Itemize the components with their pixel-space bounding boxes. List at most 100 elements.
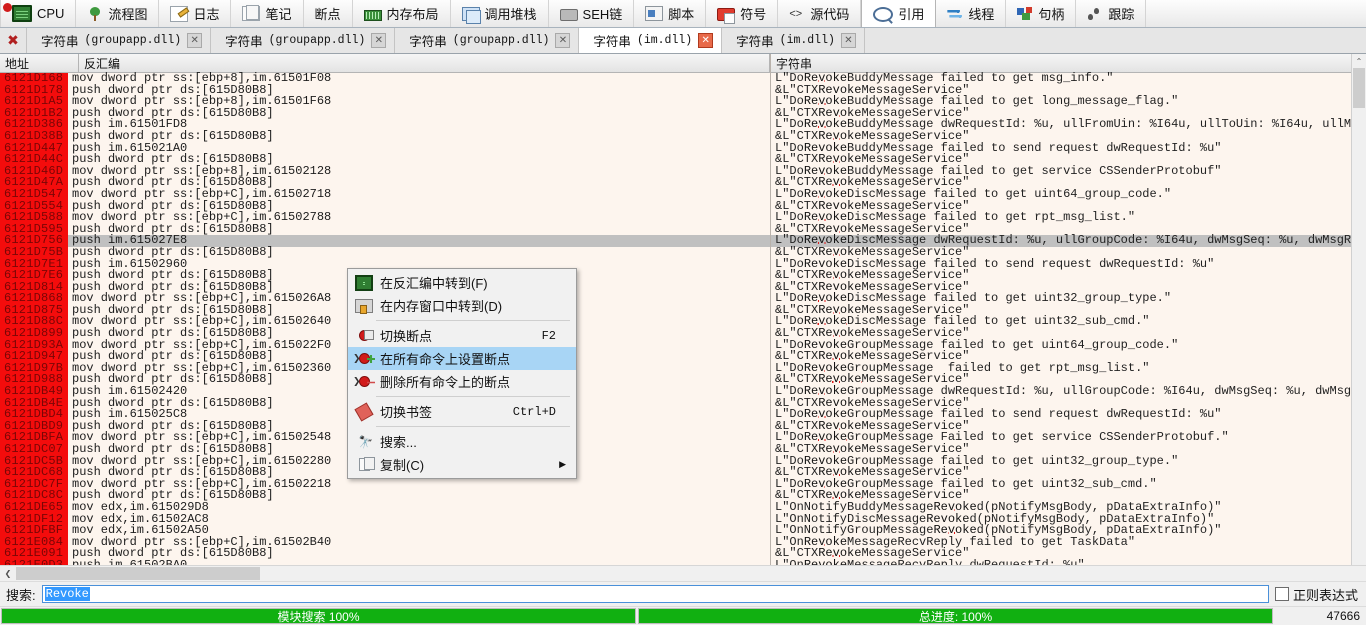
regex-option[interactable]: 正则表达式 (1274, 585, 1362, 604)
column-header-address[interactable]: 地址 (0, 54, 79, 72)
search-input[interactable]: Revoke (41, 585, 1269, 603)
document-tab-close-button[interactable]: ✕ (840, 33, 856, 48)
document-tab-close-button[interactable]: ✕ (371, 33, 387, 48)
memory-icon (363, 9, 382, 21)
document-tab-module: (groupapp.dll) (452, 34, 550, 47)
context-menu[interactable]: 在反汇编中转到(F) 在内存窗口中转到(D) 切换断点 F2 ❯ 在所有命令上设置断点 ❯ 删… (347, 268, 577, 479)
toolbar-tab-10[interactable]: <> 源代码 (778, 0, 862, 27)
horizontal-scroll-track[interactable] (16, 566, 1366, 581)
document-tab-0[interactable]: 字符串 (groupapp.dll) ✕ (27, 28, 212, 53)
table-row[interactable]: 6121E0D3 push im.61502BA0 (0, 559, 770, 565)
log-icon (170, 5, 189, 22)
toolbar-tab-7[interactable]: SEH链 (549, 0, 635, 27)
menu-item[interactable]: 🔭 搜索... (348, 430, 576, 453)
toolbar-tab-label: 源代码 (810, 7, 850, 22)
copy-icon (352, 457, 376, 471)
memory-dump-icon (352, 298, 376, 314)
vertical-scrollbar[interactable]: ⌃ (1351, 54, 1366, 565)
toolbar-tab-11[interactable]: 引用 (861, 0, 937, 27)
strings-row-list[interactable]: L"DoRevokeBuddyMessage failed to get msg… (771, 72, 1366, 565)
document-tab-2[interactable]: 字符串 (groupapp.dll) ✕ (395, 28, 580, 53)
binoculars-icon: 🔭 (356, 434, 372, 449)
document-tab-module: (im.dll) (636, 34, 693, 47)
debugger-window: CPU 流程图 日志 笔记 断点 内存布局 调用堆栈 SEH链 脚本 符号 <> 源代码 引用 线程 句柄 跟… (0, 0, 1366, 625)
document-tab-close-button[interactable]: ✕ (187, 33, 203, 48)
menu-separator (376, 396, 570, 397)
horizontal-scrollbar[interactable]: ❮ (0, 565, 1366, 581)
document-tab-4[interactable]: 字符串 (im.dll) ✕ (722, 28, 865, 53)
toolbar-tab-0[interactable]: CPU (0, 0, 77, 27)
search-input-value: Revoke (44, 587, 90, 601)
toolbar-tab-5[interactable]: 内存布局 (353, 0, 451, 27)
toolbar-tab-14[interactable]: 跟踪 (1076, 0, 1147, 27)
tree-icon (87, 6, 103, 21)
trace-icon (1087, 7, 1103, 21)
toolbar-tab-4[interactable]: 断点 (3, 0, 353, 27)
cpu-icon (352, 274, 376, 291)
toolbar-tab-label: 内存布局 (386, 7, 439, 22)
toolbar-tab-label: 日志 (193, 7, 220, 22)
menu-separator (376, 426, 570, 427)
thread-icon (947, 7, 963, 21)
toolbar-tab-8[interactable]: 脚本 (634, 0, 707, 27)
toolbar-tab-label: 流程图 (108, 7, 148, 22)
toolbar-tab-label: 符号 (740, 7, 767, 22)
menu-item[interactable]: ❯ 在所有命令上设置断点 (348, 347, 576, 370)
magnifier-icon (873, 6, 894, 22)
menu-item[interactable]: 切换断点 F2 (348, 324, 576, 347)
document-tab-module: (groupapp.dll) (268, 34, 366, 47)
document-tab-3[interactable]: 字符串 (im.dll) ✕ (579, 28, 723, 53)
menu-item-label: 切换书签 (380, 405, 433, 420)
search-bar: 搜索: Revoke 正则表达式 (0, 581, 1366, 606)
menu-item-label: 复制(C) (380, 458, 425, 473)
breakpoint-toggle-icon (352, 330, 376, 340)
toolbar-tab-label: 断点 (314, 7, 341, 22)
scroll-up-button[interactable]: ⌃ (1352, 54, 1366, 68)
document-tab-label: 字符串 (409, 35, 447, 49)
row-address: 6121E0D3 (0, 559, 68, 565)
document-tab-1[interactable]: 字符串 (groupapp.dll) ✕ (211, 28, 396, 53)
toolbar-tab-12[interactable]: 线程 (936, 0, 1007, 27)
status-bar: 模块搜索 100% 总进度: 100% 47666 (0, 606, 1366, 625)
list-item[interactable]: L"OnRevokeMessageRecvReply dwRequestId: … (771, 559, 1366, 565)
document-tab-label: 字符串 (41, 35, 79, 49)
toolbar-tab-label: 句柄 (1038, 7, 1065, 22)
scroll-left-button[interactable]: ❮ (0, 566, 16, 581)
document-tab-label: 字符串 (736, 35, 774, 49)
column-header-disassembly[interactable]: 反汇编 (79, 54, 770, 72)
result-counter: 47666 (1326, 609, 1360, 623)
menu-item[interactable]: 在内存窗口中转到(D) (348, 294, 576, 317)
references-panes: 地址 反汇编 6121D168 mov dword ptr ss:[ebp+8],… (0, 54, 1366, 565)
handle-icon (1017, 6, 1033, 21)
cpu-icon (12, 5, 32, 22)
module-progress-label: 模块搜索 100% (277, 609, 360, 624)
main-toolbar: CPU 流程图 日志 笔记 断点 内存布局 调用堆栈 SEH链 脚本 符号 <> 源代码 引用 线程 句柄 跟… (0, 0, 1366, 28)
toolbar-tab-2[interactable]: 日志 (159, 0, 232, 27)
menu-item[interactable]: 切换书签 Ctrl+D (348, 400, 576, 423)
menu-item[interactable]: ❯ 删除所有命令上的断点 (348, 370, 576, 393)
toolbar-tab-1[interactable]: 流程图 (76, 0, 160, 27)
document-tab-close-button[interactable]: ✕ (555, 33, 571, 48)
menu-item[interactable]: 复制(C) ▶ (348, 453, 576, 476)
breakpoint-remove-icon: ❯ (352, 376, 376, 386)
close-all-tabs-button[interactable]: ✖ (0, 28, 27, 53)
menu-item-label: 搜索... (380, 435, 417, 450)
toolbar-tab-3[interactable]: 笔记 (231, 0, 304, 27)
toolbar-tab-label: 跟踪 (1108, 7, 1135, 22)
column-header-string[interactable]: 字符串 (771, 54, 1352, 72)
toolbar-tab-9[interactable]: 符号 (706, 0, 779, 27)
toolbar-tab-6[interactable]: 调用堆栈 (451, 0, 549, 27)
submenu-arrow-icon: ▶ (559, 459, 566, 469)
source-icon: <> (789, 7, 803, 20)
toolbar-tab-13[interactable]: 句柄 (1006, 0, 1077, 27)
strings-pane: 字符串 L"DoRevokeBuddyMessage failed to get… (771, 54, 1366, 565)
regex-checkbox[interactable] (1274, 587, 1289, 601)
total-progress: 总进度: 100% (638, 608, 1273, 624)
toolbar-tab-label: 线程 (968, 7, 995, 22)
document-tab-close-button[interactable]: ✕ (698, 33, 714, 48)
toolbar-tab-label: 引用 (898, 7, 925, 22)
menu-item[interactable]: 在反汇编中转到(F) (348, 271, 576, 294)
vertical-scroll-thumb[interactable] (1353, 68, 1365, 108)
horizontal-scroll-thumb[interactable] (16, 567, 260, 580)
menu-separator (376, 320, 570, 321)
